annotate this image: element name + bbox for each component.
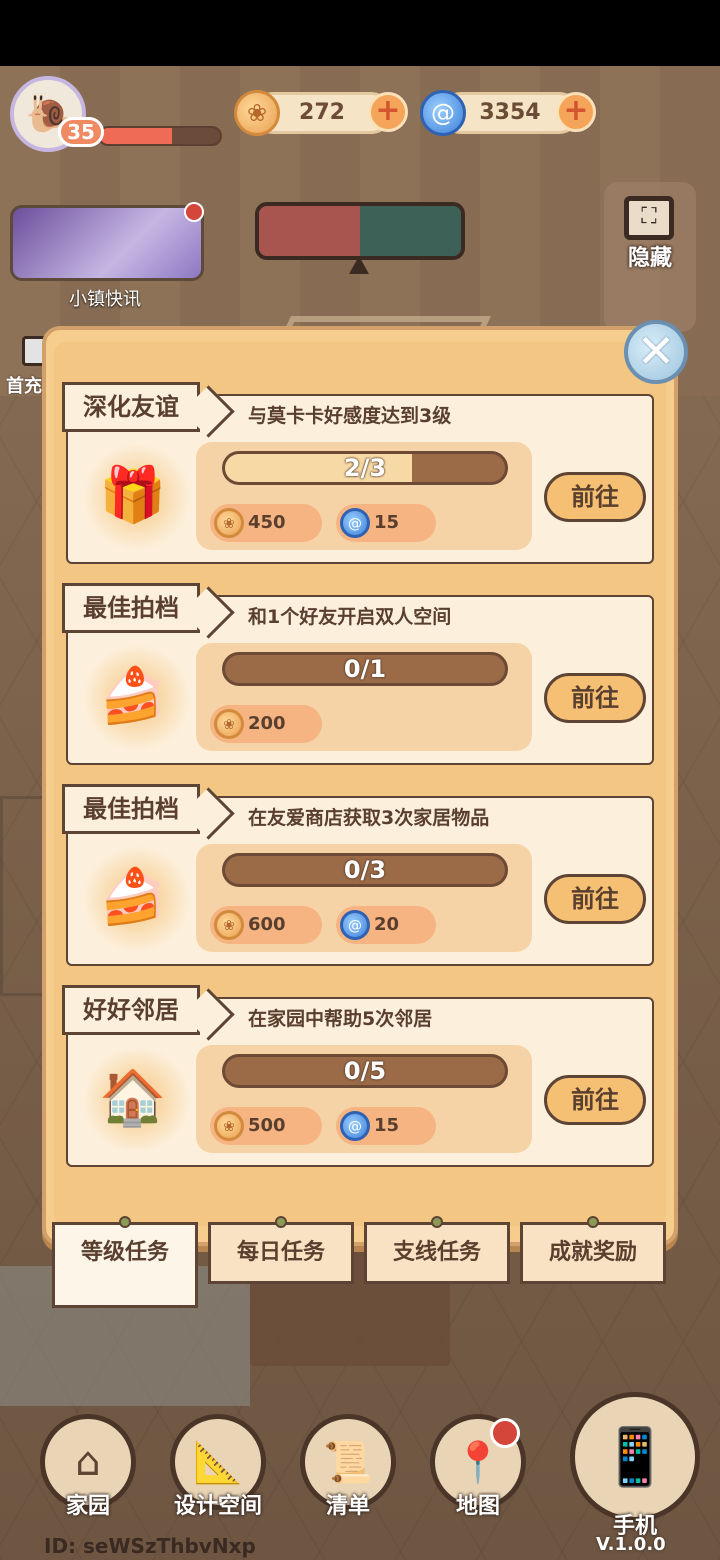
add-gems-button[interactable]: +: [556, 92, 596, 132]
coin-reward-amount: 450: [248, 512, 286, 533]
gem-reward-amount: 15: [374, 512, 400, 533]
coin-icon: ❀: [214, 1111, 244, 1141]
tab-level-tasks[interactable]: 等级任务: [52, 1222, 198, 1308]
town-news-card[interactable]: [10, 205, 204, 281]
house-icon: 🏠: [99, 1066, 167, 1129]
gem-reward: @ 15: [336, 504, 436, 542]
coin-icon: ❀: [214, 709, 244, 739]
tab-pin: [275, 1216, 287, 1228]
scroll-icon: 📜: [323, 1439, 373, 1486]
version-label: V.1.0.0: [596, 1534, 666, 1555]
task-title: 深化友谊: [62, 382, 200, 432]
task-title: 最佳拍档: [62, 784, 200, 834]
coin-icon: ❀: [214, 508, 244, 538]
cake-icon: 🍰: [99, 664, 167, 727]
coin-icon: ❀: [234, 90, 280, 136]
gem-reward-amount: 20: [374, 914, 400, 935]
coin-reward: ❀ 200: [210, 705, 322, 743]
tab-daily-tasks[interactable]: 每日任务: [208, 1222, 354, 1284]
nav-design-label: 设计空间: [173, 1494, 262, 1519]
nav-home-label: 家园: [65, 1494, 110, 1519]
task-progress-text: 0/3: [343, 856, 387, 884]
cake-icon: 🍰: [99, 865, 167, 928]
gem-icon: @: [340, 508, 370, 538]
map-notification-dot: [490, 1418, 520, 1448]
coin-reward-amount: 600: [248, 914, 286, 935]
home-icon: ⌂: [75, 1439, 101, 1485]
coin-reward-amount: 200: [248, 713, 286, 734]
go-button[interactable]: 前往: [544, 1075, 646, 1125]
add-coins-button[interactable]: +: [368, 92, 408, 132]
phone-icon: 📱: [600, 1425, 670, 1490]
tab-pin: [431, 1216, 443, 1228]
gem-reward: @ 15: [336, 1107, 436, 1145]
level-badge: 35: [58, 117, 104, 147]
task-title: 最佳拍档: [62, 583, 200, 633]
task-description: 和1个好友开启双人空间: [248, 606, 452, 628]
fullscreen-icon: ⛶: [641, 204, 657, 229]
gem-reward: @ 20: [336, 906, 436, 944]
news-notification-dot: [184, 202, 204, 222]
close-button[interactable]: ✕: [624, 320, 688, 384]
gem-icon: @: [420, 90, 466, 136]
go-button[interactable]: 前往: [544, 874, 646, 924]
close-icon: ✕: [636, 324, 676, 378]
night-half: [360, 206, 461, 256]
task-description: 与莫卡卡好感度达到3级: [248, 405, 452, 427]
gift-icon: 🎁: [99, 463, 167, 526]
hide-ui-button[interactable]: ⛶: [624, 196, 674, 240]
user-id: ID: seWSzThbvNxp: [44, 1534, 256, 1558]
task-progress-text: 0/5: [343, 1057, 387, 1085]
go-button[interactable]: 前往: [544, 472, 646, 522]
tab-achievements[interactable]: 成就奖励: [520, 1222, 666, 1284]
task-progress-text: 2/3: [343, 454, 387, 482]
map-pin-icon: 📍: [453, 1439, 503, 1486]
town-news-label: 小镇快讯: [69, 289, 141, 310]
coin-reward: ❀ 500: [210, 1107, 322, 1145]
coin-reward-amount: 500: [248, 1115, 286, 1136]
task-progress-text: 0/1: [343, 655, 387, 683]
gem-icon: @: [340, 1111, 370, 1141]
xp-fill: [100, 128, 172, 144]
first-recharge-label: 首充: [6, 376, 42, 397]
coin-reward: ❀ 450: [210, 504, 322, 542]
coin-icon: ❀: [214, 910, 244, 940]
day-night-toggle[interactable]: [255, 202, 465, 260]
task-title: 好好邻居: [62, 985, 200, 1035]
day-night-pointer: [349, 256, 369, 274]
ruler-icon: 📐: [193, 1439, 243, 1486]
nav-list-label: 清单: [325, 1494, 370, 1519]
xp-bar: [98, 126, 222, 146]
gem-icon: @: [340, 910, 370, 940]
tab-side-tasks[interactable]: 支线任务: [364, 1222, 510, 1284]
nav-map-label: 地图: [455, 1494, 500, 1519]
gem-reward-amount: 15: [374, 1115, 400, 1136]
tab-pin: [119, 1216, 131, 1228]
task-description: 在友爱商店获取3次家居物品: [248, 807, 490, 829]
day-half: [259, 206, 360, 256]
go-button[interactable]: 前往: [544, 673, 646, 723]
hide-label: 隐藏: [627, 246, 672, 271]
coin-reward: ❀ 600: [210, 906, 322, 944]
status-bar: [0, 0, 720, 66]
task-description: 在家园中帮助5次邻居: [248, 1008, 433, 1030]
nav-phone-button[interactable]: 📱: [570, 1392, 700, 1522]
tab-pin: [587, 1216, 599, 1228]
